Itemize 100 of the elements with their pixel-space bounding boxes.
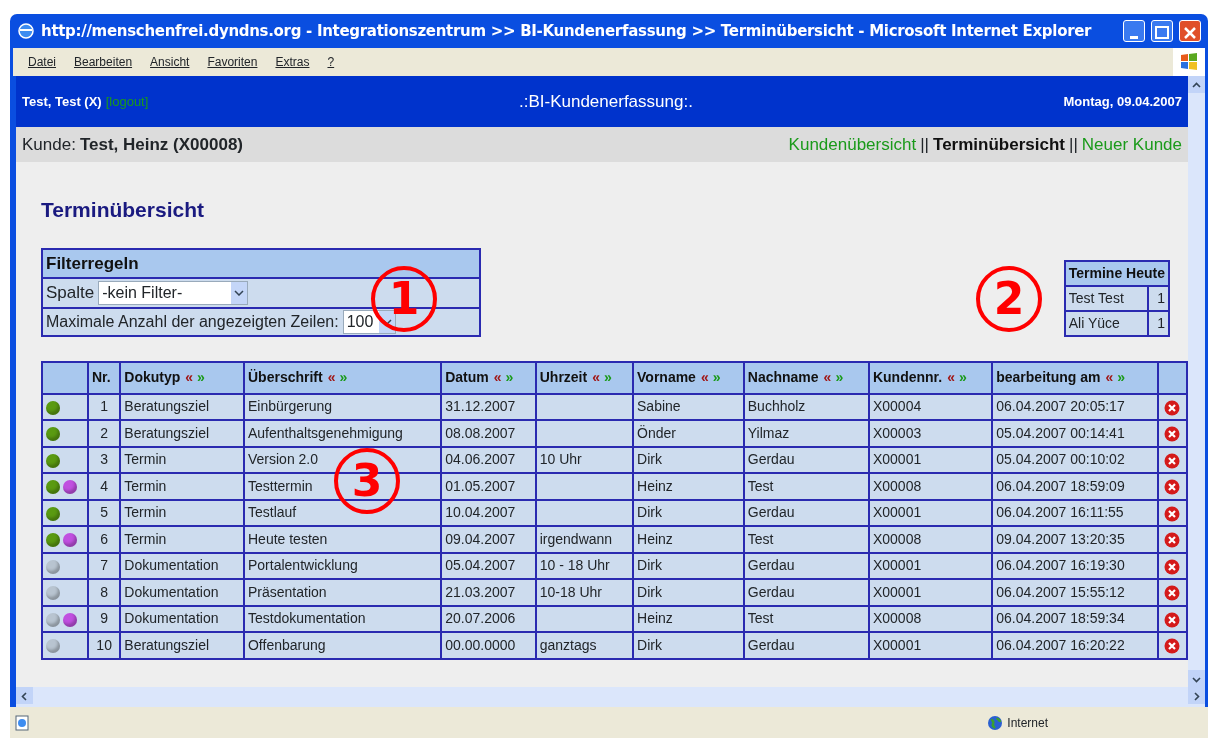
table-cell: 09.04.2007 <box>441 526 536 553</box>
table-cell: 6 <box>88 526 121 553</box>
column-header: Datum <box>445 369 489 385</box>
vertical-scrollbar[interactable] <box>1188 76 1205 687</box>
sort-ascending-link[interactable]: « <box>700 369 709 385</box>
table-cell: Yilmaz <box>743 420 869 447</box>
sort-ascending-link[interactable]: « <box>947 369 955 385</box>
horizontal-scrollbar[interactable] <box>16 687 1205 707</box>
table-cell: Heinz <box>633 526 744 553</box>
sort-ascending-link[interactable]: « <box>1105 369 1114 385</box>
table-cell: 10 Uhr <box>535 446 634 473</box>
user-name: Test, Test (X) <box>22 92 102 111</box>
table-cell: 10-18 Uhr <box>535 579 634 606</box>
table-cell: Gerdau <box>743 579 869 606</box>
nav-link[interactable]: Terminübersicht <box>933 131 1065 158</box>
table-cell: Aufenthaltsgenehmigung <box>244 420 442 447</box>
sort-ascending-link[interactable]: « <box>493 369 502 385</box>
table-cell: 08.08.2007 <box>441 420 536 447</box>
delete-icon[interactable] <box>1164 638 1181 655</box>
delete-icon[interactable] <box>1164 585 1181 602</box>
table-cell: Dirk <box>633 632 744 659</box>
table-cell: 9 <box>88 605 121 632</box>
table-cell: ganztags <box>535 632 634 659</box>
column-header: Nr. <box>88 361 121 394</box>
customer-name: Test, Heinz (X00008) <box>79 133 244 156</box>
table-cell: Buchholz <box>743 393 869 420</box>
table-cell: 06.04.2007 18:59:09 <box>992 473 1158 500</box>
table-cell: 05.04.2007 00:14:41 <box>992 420 1158 447</box>
window-title: http://menschenfrei.dyndns.org - Integrationszentrum >> BI-Kundenerfassung >> Terminübersicht - Microsoft Internet Explorer <box>41 20 1093 42</box>
table-cell: 2 <box>88 420 121 447</box>
menu-item[interactable]: Favoriten <box>198 53 267 71</box>
delete-icon[interactable] <box>1164 505 1181 522</box>
table-cell: Termin <box>120 446 244 473</box>
nav-link[interactable]: Kundenübersicht <box>788 131 917 158</box>
table-cell: Test <box>743 473 869 500</box>
sort-ascending-link[interactable]: « <box>592 369 600 385</box>
scroll-down-button[interactable] <box>1188 670 1205 687</box>
rows-label: Maximale Anzahl der angezeigten Zeilen: <box>46 311 339 332</box>
table-cell: 10 - 18 Uhr <box>535 552 634 579</box>
menu-item[interactable]: Datei <box>19 53 65 71</box>
sort-ascending-link[interactable]: « <box>823 369 832 385</box>
sort-ascending-link[interactable]: « <box>185 369 194 385</box>
delete-icon[interactable] <box>1164 479 1181 496</box>
table-cell: Beratungsziel <box>120 420 244 447</box>
table-cell: 06.04.2007 16:19:30 <box>992 552 1158 579</box>
table-cell: 04.06.2007 <box>441 446 536 473</box>
scroll-right-button[interactable] <box>1188 687 1205 704</box>
column-header: Dokutyp <box>124 369 181 385</box>
column-header: bearbeitung am <box>996 369 1101 385</box>
sort-ascending-link[interactable]: « <box>327 369 336 385</box>
table-cell: Einbürgerung <box>244 393 442 420</box>
menu-item[interactable]: Ansicht <box>141 53 199 71</box>
delete-icon[interactable] <box>1164 532 1181 549</box>
table-cell: 05.04.2007 <box>441 552 536 579</box>
table-cell: X00001 <box>868 552 993 579</box>
table-cell: Gerdau <box>743 499 869 526</box>
today-count: 1 <box>1148 285 1169 311</box>
table-cell: Gerdau <box>743 632 869 659</box>
table-cell: 06.04.2007 16:11:55 <box>992 499 1158 526</box>
table-cell: 10.04.2007 <box>441 499 536 526</box>
table-cell: X00004 <box>868 393 993 420</box>
table-cell: Offenbarung <box>244 632 442 659</box>
table-cell: 21.03.2007 <box>441 579 536 606</box>
table-cell: Präsentation <box>244 579 442 606</box>
table-cell: X00008 <box>868 526 993 553</box>
delete-icon[interactable] <box>1164 426 1181 443</box>
scroll-up-button[interactable] <box>1188 76 1205 93</box>
scroll-left-button[interactable] <box>16 687 33 704</box>
table-cell: Termin <box>120 499 244 526</box>
table-cell: Testlauf <box>244 499 442 526</box>
table-cell: 06.04.2007 20:05:17 <box>992 393 1158 420</box>
table-cell: Gerdau <box>743 446 869 473</box>
table-cell: Test <box>743 605 869 632</box>
menu-item[interactable]: ? <box>318 53 344 71</box>
delete-icon[interactable] <box>1164 611 1181 628</box>
minimize-button[interactable] <box>1123 20 1145 42</box>
table-cell: Dirk <box>633 552 744 579</box>
delete-icon[interactable] <box>1164 452 1181 469</box>
logout-link[interactable]: [logout] <box>105 91 149 112</box>
table-cell: 00.00.0000 <box>441 632 536 659</box>
filter-title: Filterregeln <box>42 248 480 278</box>
nav-link[interactable]: Neuer Kunde <box>1081 131 1182 158</box>
delete-icon[interactable] <box>1164 399 1181 416</box>
table-cell: Beratungsziel <box>120 632 244 659</box>
table-cell: Heinz <box>633 605 744 632</box>
table-cell: Beratungsziel <box>120 393 244 420</box>
page-icon <box>14 714 30 731</box>
menu-item[interactable]: Extras <box>266 53 319 71</box>
today-title: Termine Heute <box>1064 260 1169 286</box>
table-cell: X00003 <box>868 420 993 447</box>
column-select[interactable]: -kein Filter- <box>98 280 249 305</box>
column-header: Nachname <box>747 369 819 385</box>
chevron-icon <box>1192 80 1201 90</box>
menu-item[interactable]: Bearbeiten <box>65 53 142 71</box>
maximize-button[interactable] <box>1151 20 1173 42</box>
table-cell: Sabine <box>633 393 744 420</box>
status-zone: Internet <box>1007 714 1048 732</box>
delete-icon[interactable] <box>1164 558 1181 575</box>
chevron-icon <box>20 691 29 701</box>
close-button[interactable] <box>1179 20 1201 42</box>
